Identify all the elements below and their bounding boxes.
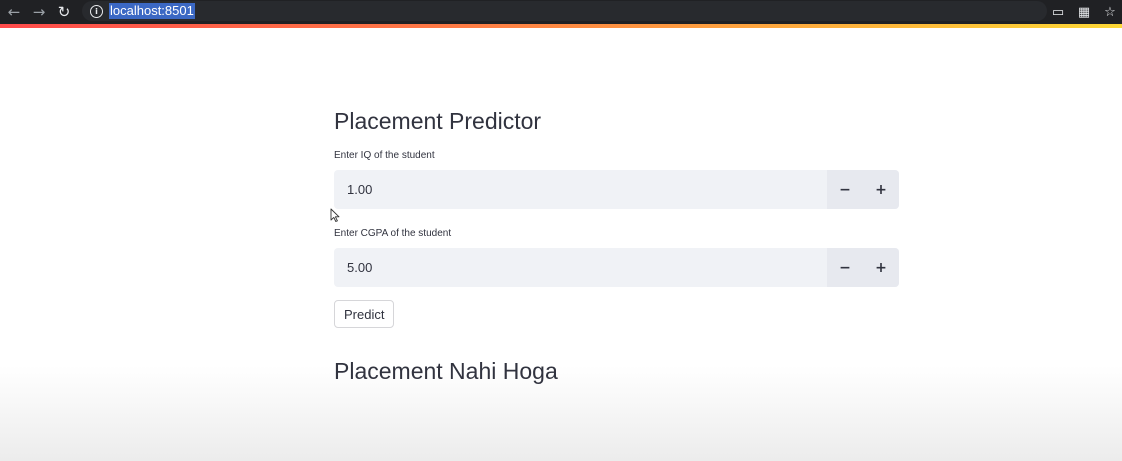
qr-code-icon[interactable]: ▦ [1076, 5, 1092, 20]
iq-label: Enter IQ of the student [334, 150, 435, 161]
cgpa-increment-button[interactable]: + [863, 248, 899, 287]
iq-decrement-button[interactable]: − [827, 170, 863, 209]
app-page: Placement Predictor Enter IQ of the stud… [0, 28, 1122, 461]
iq-number-input: − + [334, 169, 899, 210]
iq-input[interactable] [334, 169, 827, 210]
back-icon[interactable]: ← [3, 1, 25, 23]
cast-icon[interactable]: ▭ [1050, 5, 1066, 20]
prediction-result: Placement Nahi Hoga [334, 358, 558, 384]
bookmark-star-icon[interactable]: ☆ [1102, 5, 1118, 20]
cgpa-decrement-button[interactable]: − [827, 248, 863, 287]
cgpa-label: Enter CGPA of the student [334, 228, 452, 239]
reload-icon[interactable]: ↻ [53, 1, 75, 23]
address-bar[interactable]: i localhost:8501 [82, 1, 1047, 21]
url-text[interactable]: localhost:8501 [109, 3, 195, 19]
info-icon[interactable]: i [90, 4, 103, 18]
forward-icon[interactable]: → [28, 1, 50, 23]
iq-increment-button[interactable]: + [863, 170, 899, 209]
cgpa-number-input: − + [334, 247, 899, 288]
predict-button[interactable]: Predict [334, 300, 395, 328]
page-title: Placement Predictor [334, 108, 542, 134]
mouse-cursor-icon [330, 208, 340, 222]
toolbar-actions: ▭ ▦ ☆ [1050, 2, 1118, 22]
browser-toolbar: ← → ↻ i localhost:8501 ▭ ▦ ☆ [0, 0, 1122, 24]
cgpa-input[interactable] [334, 247, 827, 288]
